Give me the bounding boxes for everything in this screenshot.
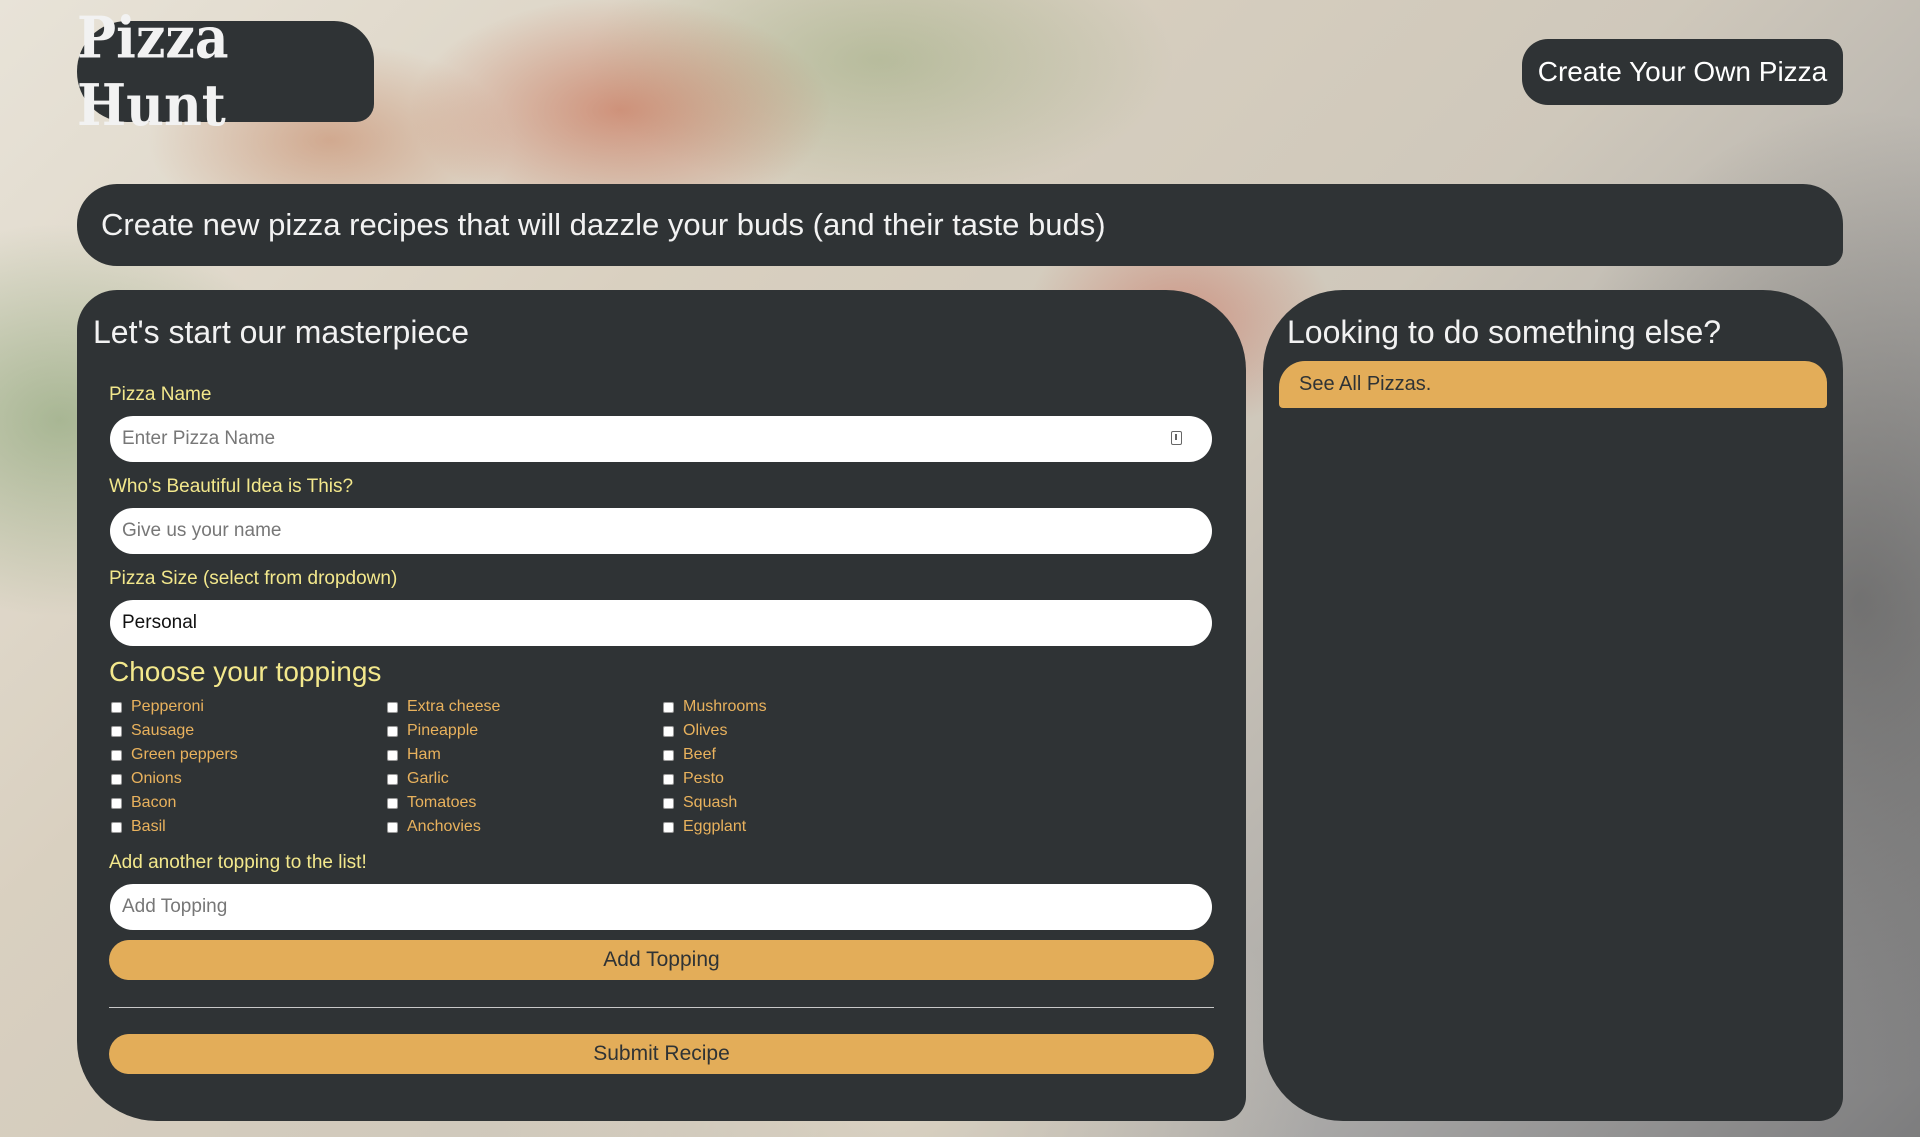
topping-checkbox-beef[interactable]: Beef <box>663 744 716 766</box>
topping-checkbox-pineapple[interactable]: Pineapple <box>387 720 478 742</box>
topping-checkbox-eggplant[interactable]: Eggplant <box>663 816 746 838</box>
add-topping-input[interactable] <box>110 884 1212 930</box>
topping-checkbox-basil[interactable]: Basil <box>111 816 166 838</box>
checkbox[interactable] <box>663 797 674 809</box>
site-logo[interactable]: Pizza Hunt <box>77 4 374 139</box>
topping-label: Mushrooms <box>683 698 767 715</box>
create-your-own-pizza-button[interactable]: Create Your Own Pizza <box>1522 39 1843 105</box>
checkbox[interactable] <box>663 701 674 713</box>
topping-checkbox-garlic[interactable]: Garlic <box>387 768 449 790</box>
topping-checkbox-bacon[interactable]: Bacon <box>111 792 176 814</box>
checkbox[interactable] <box>111 821 122 833</box>
pizza-name-label: Pizza Name <box>109 384 212 405</box>
sidebar-title: Looking to do something else? <box>1287 314 1722 350</box>
checkbox[interactable] <box>387 773 398 785</box>
topping-checkbox-squash[interactable]: Squash <box>663 792 737 814</box>
sidebar-panel: Looking to do something else? See All Pi… <box>1263 290 1843 1121</box>
password-key-icon[interactable] <box>1171 431 1182 445</box>
pizza-size-select[interactable]: Personal <box>110 600 1212 646</box>
pizza-name-input[interactable] <box>110 416 1212 462</box>
submit-recipe-button[interactable]: Submit Recipe <box>109 1034 1214 1074</box>
topping-checkbox-extra-cheese[interactable]: Extra cheese <box>387 696 500 718</box>
form-title: Let's start our masterpiece <box>93 314 470 350</box>
checkbox[interactable] <box>111 701 122 713</box>
topping-label: Garlic <box>407 770 449 787</box>
checkbox[interactable] <box>387 797 398 809</box>
topping-label: Pepperoni <box>131 698 204 715</box>
topping-label: Onions <box>131 770 182 787</box>
checkbox[interactable] <box>387 701 398 713</box>
topping-label: Extra cheese <box>407 698 501 715</box>
topping-label: Sausage <box>131 722 195 739</box>
topping-label: Tomatoes <box>407 794 477 811</box>
topping-label: Eggplant <box>683 818 747 835</box>
checkbox[interactable] <box>387 749 398 761</box>
creator-name-label: Who's Beautiful Idea is This? <box>109 476 354 497</box>
topping-label: Basil <box>131 818 166 835</box>
topping-label: Olives <box>683 722 728 739</box>
topping-checkbox-mushrooms[interactable]: Mushrooms <box>663 696 767 718</box>
topping-checkbox-anchovies[interactable]: Anchovies <box>387 816 481 838</box>
topping-label: Green peppers <box>131 746 238 763</box>
creator-name-input[interactable] <box>110 508 1212 554</box>
pizza-name-wrapper <box>77 416 1246 462</box>
topping-checkbox-olives[interactable]: Olives <box>663 720 727 742</box>
see-all-pizzas-link[interactable]: See All Pizzas. <box>1279 361 1827 408</box>
checkbox[interactable] <box>111 749 122 761</box>
pizza-size-selected: Personal <box>122 612 197 633</box>
pizza-size-label: Pizza Size (select from dropdown) <box>109 568 398 589</box>
topping-checkbox-ham[interactable]: Ham <box>387 744 441 766</box>
logo-text: Pizza Hunt <box>77 4 229 139</box>
topping-checkbox-pepperoni[interactable]: Pepperoni <box>111 696 204 718</box>
checkbox[interactable] <box>663 725 674 737</box>
topping-label: Beef <box>683 746 716 763</box>
topping-checkbox-pesto[interactable]: Pesto <box>663 768 724 790</box>
checkbox[interactable] <box>387 725 398 737</box>
topping-checkbox-sausage[interactable]: Sausage <box>111 720 194 742</box>
topping-label: Squash <box>683 794 738 811</box>
add-topping-button[interactable]: Add Topping <box>109 940 1214 980</box>
checkbox[interactable] <box>663 821 674 833</box>
recipe-form-panel: Let's start our masterpiece Pizza Name W… <box>77 290 1246 1121</box>
checkbox[interactable] <box>663 773 674 785</box>
toppings-title: Choose your toppings <box>109 656 382 687</box>
checkbox[interactable] <box>111 725 122 737</box>
form-divider <box>109 1007 1214 1008</box>
checkbox[interactable] <box>663 749 674 761</box>
checkbox[interactable] <box>111 773 122 785</box>
topping-label: Bacon <box>131 794 177 811</box>
topping-checkbox-onions[interactable]: Onions <box>111 768 182 790</box>
topping-label: Anchovies <box>407 818 481 835</box>
topping-checkbox-tomatoes[interactable]: Tomatoes <box>387 792 476 814</box>
checkbox[interactable] <box>111 797 122 809</box>
add-topping-label: Add another topping to the list! <box>109 852 367 873</box>
checkbox[interactable] <box>387 821 398 833</box>
topping-label: Pineapple <box>407 722 479 739</box>
topping-label: Ham <box>407 746 441 763</box>
topping-label: Pesto <box>683 770 724 787</box>
topping-checkbox-green-peppers[interactable]: Green peppers <box>111 744 238 766</box>
page-tagline: Create new pizza recipes that will dazzl… <box>77 184 1843 266</box>
